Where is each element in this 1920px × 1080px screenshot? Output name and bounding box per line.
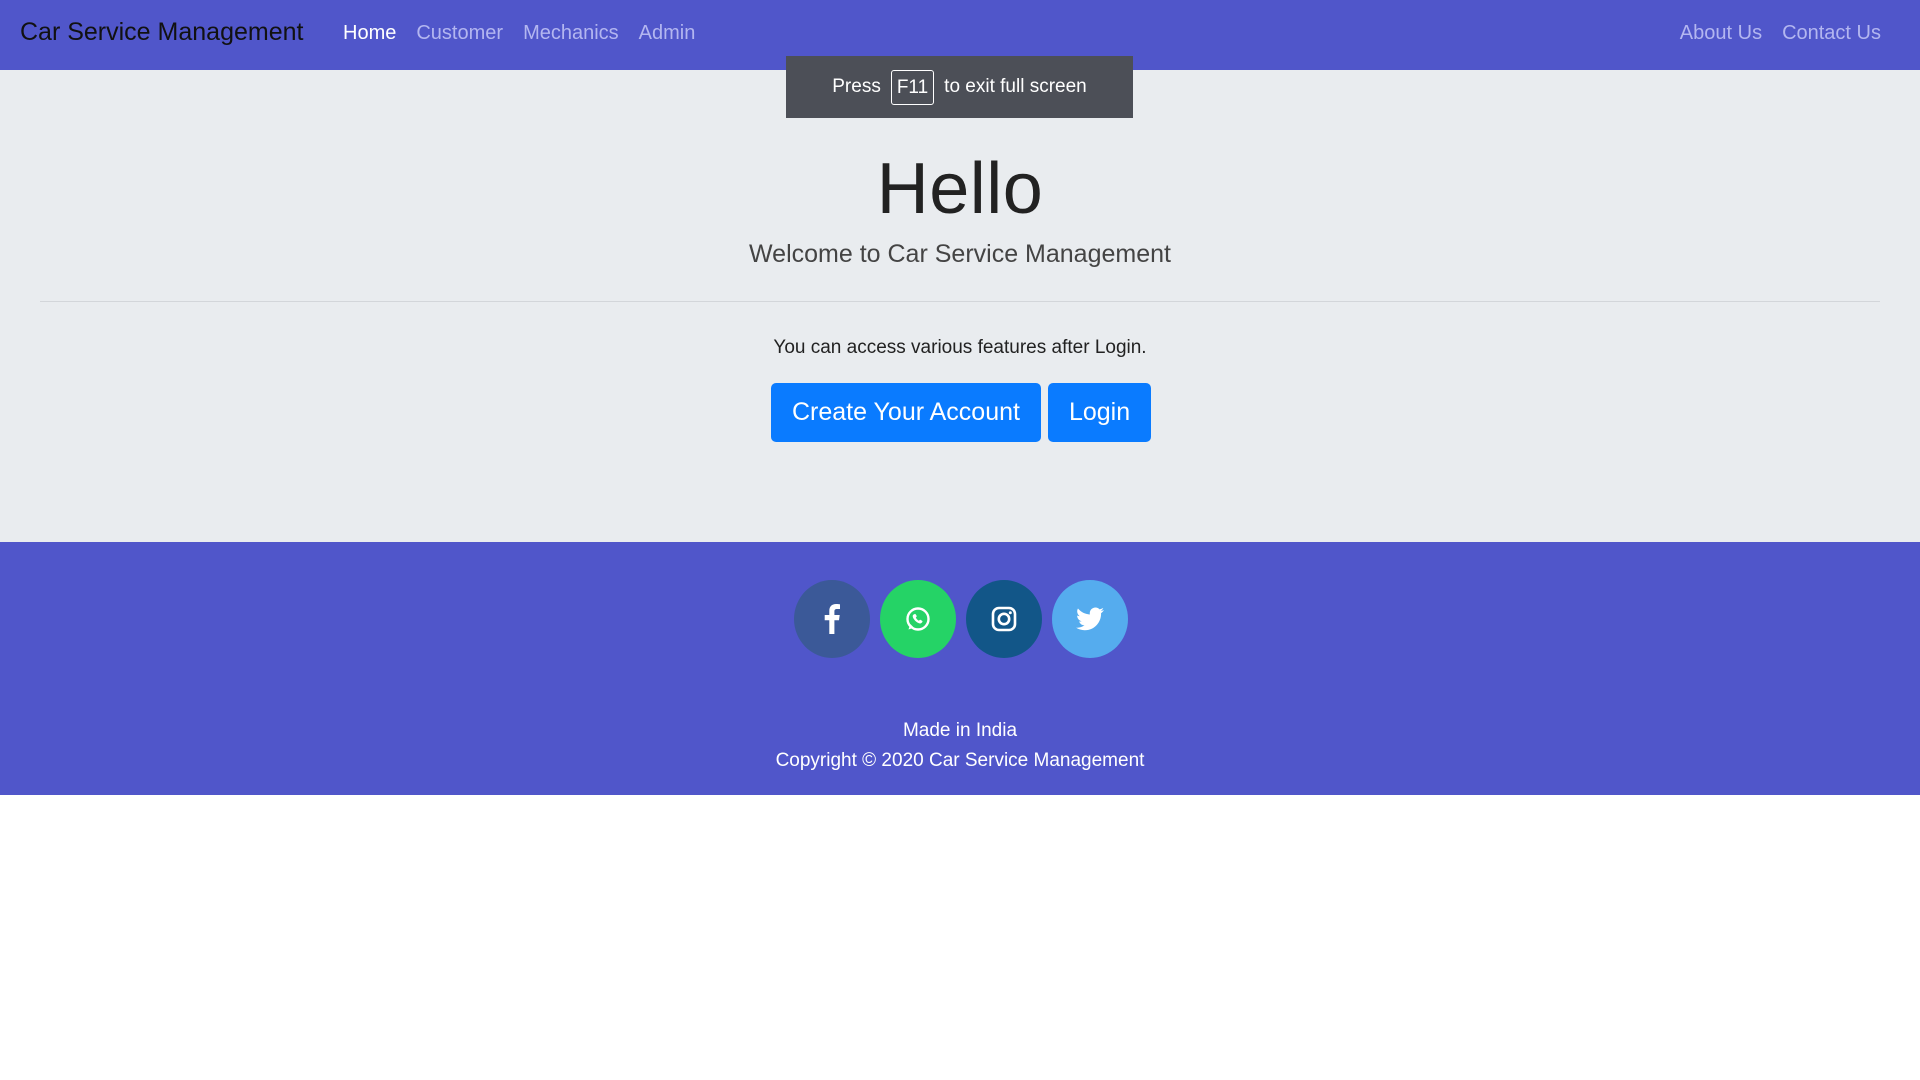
- nav-customer[interactable]: Customer: [406, 22, 513, 45]
- fullscreen-notice: Press F11 to exit full screen: [786, 56, 1133, 118]
- social-links: [794, 580, 1128, 658]
- footer: Made in India Copyright © 2020 Car Servi…: [0, 542, 1920, 795]
- hero-buttons: Create Your Account Login: [771, 383, 1152, 442]
- jumbotron: Hello Welcome to Car Service Management …: [0, 70, 1920, 542]
- hero-title: Hello: [876, 149, 1044, 229]
- twitter-icon[interactable]: [1052, 580, 1128, 658]
- nav-about-us[interactable]: About Us: [1670, 22, 1772, 45]
- f11-key: F11: [890, 69, 935, 105]
- facebook-icon[interactable]: [794, 580, 870, 658]
- nav-contact-us[interactable]: Contact Us: [1772, 22, 1891, 45]
- login-info-text: You can access various features after Lo…: [773, 337, 1147, 358]
- nav-mechanics[interactable]: Mechanics: [513, 22, 629, 45]
- divider: [40, 301, 1880, 302]
- nav-admin[interactable]: Admin: [629, 22, 706, 45]
- brand-link[interactable]: Car Service Management: [20, 18, 303, 47]
- whatsapp-icon[interactable]: [880, 580, 956, 658]
- fullscreen-notice-prefix: Press: [832, 76, 881, 97]
- copyright-text: Copyright © 2020 Car Service Management: [775, 750, 1145, 771]
- login-button[interactable]: Login: [1047, 383, 1152, 442]
- made-in-text: Made in India: [902, 720, 1018, 741]
- nav-home[interactable]: Home: [333, 22, 406, 45]
- hero-subtitle: Welcome to Car Service Management: [749, 240, 1171, 268]
- fullscreen-notice-suffix: to exit full screen: [944, 76, 1087, 97]
- instagram-icon[interactable]: [966, 580, 1042, 658]
- nav-left: Home Customer Mechanics Admin: [333, 22, 705, 45]
- nav-right: About Us Contact Us: [1670, 22, 1891, 45]
- create-account-button[interactable]: Create Your Account: [771, 383, 1041, 442]
